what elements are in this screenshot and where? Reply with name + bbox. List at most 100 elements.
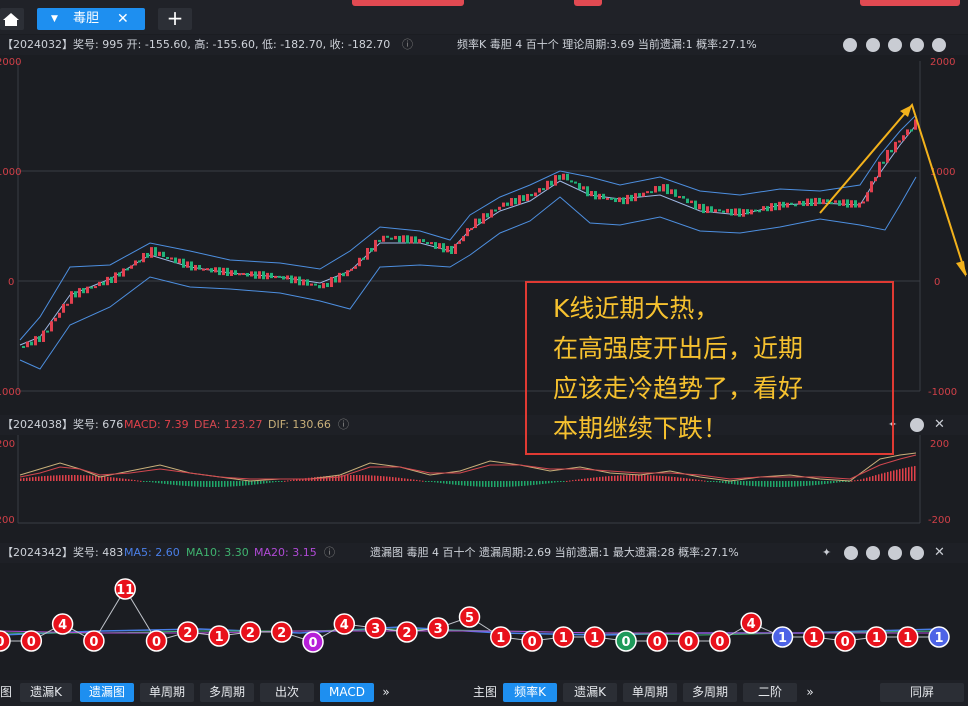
macd-bar [452, 481, 454, 485]
candle [798, 200, 801, 205]
tab-multi-period[interactable]: 多周期 [683, 683, 737, 702]
fullscreen-button[interactable]: 同屏 [880, 683, 964, 702]
tab-single-period[interactable]: 单周期 [140, 683, 194, 702]
macd-bar [413, 479, 415, 481]
macd-bar [272, 481, 274, 483]
candle [710, 206, 713, 213]
axis-tick: 0 [934, 277, 940, 288]
tab-second-order[interactable]: 二阶 [743, 683, 797, 702]
candle [214, 267, 217, 273]
dea-value: DEA: 123.27 [194, 418, 263, 431]
tab-single-period[interactable]: 单周期 [623, 683, 677, 702]
macd-bar [542, 481, 544, 484]
axis-tick: -1000 [0, 387, 21, 398]
miss-stats: 遗漏图 毒胆 4 百十个 遗漏周期:2.69 当前遗漏:1 最大遗漏:28 概率… [370, 546, 739, 559]
macd-bar [383, 476, 385, 481]
pin-icon[interactable]: ✦ [822, 543, 831, 563]
macd-bar [248, 481, 250, 486]
axis-tick: 0 [8, 277, 14, 288]
close-icon[interactable]: ✕ [934, 415, 945, 435]
tab-miss-k[interactable]: 遗漏K [20, 683, 72, 702]
macd-bar [131, 479, 133, 481]
help-icon[interactable]: ⓘ [338, 415, 349, 435]
candle [782, 201, 785, 208]
macd-bar [389, 476, 391, 481]
macd-bar [440, 481, 442, 484]
candle [386, 235, 389, 238]
tab-miss-chart[interactable]: 遗漏图 [80, 683, 134, 702]
macd-bar [212, 481, 214, 487]
settings-icon[interactable] [932, 38, 946, 52]
pencil-icon[interactable] [843, 38, 857, 52]
candle [546, 180, 549, 190]
add-tab-button[interactable]: + [158, 8, 192, 30]
macd-bar [761, 481, 763, 487]
macd-bar [545, 481, 547, 484]
candle [658, 186, 661, 192]
more-tabs-button[interactable]: » [378, 683, 394, 702]
macd-bar [488, 481, 490, 487]
candle [238, 273, 241, 276]
candle [430, 242, 433, 245]
candle [870, 181, 873, 193]
macd-bar [614, 475, 616, 481]
candle [850, 200, 853, 208]
close-icon[interactable]: ✕ [117, 8, 129, 30]
axis-tick: -200 [928, 515, 951, 526]
macd-bar [551, 481, 553, 483]
macd-bar [458, 481, 460, 486]
tab-dudan[interactable]: ▼ 毒胆 ✕ [37, 8, 145, 30]
candle [334, 277, 337, 283]
macd-bar [455, 481, 457, 485]
candle [70, 291, 73, 304]
settings-icon[interactable] [910, 418, 924, 432]
candle [706, 206, 709, 214]
candle [646, 191, 649, 194]
tab-frequency-k[interactable]: 频率K [503, 683, 557, 702]
more-tabs-button[interactable]: » [802, 683, 818, 702]
macd-bar [602, 476, 604, 481]
macd-bar [164, 481, 166, 484]
up-icon[interactable] [866, 546, 880, 560]
settings-icon[interactable] [910, 546, 924, 560]
macd-bar [185, 481, 187, 486]
candle [794, 204, 797, 207]
help-icon[interactable]: ⓘ [402, 35, 413, 55]
macd-bar [755, 481, 757, 487]
macd-bar [812, 481, 814, 486]
candle [506, 202, 509, 206]
down-icon[interactable] [888, 546, 902, 560]
macd-bar [23, 478, 25, 481]
candle [134, 260, 137, 266]
tab-macd[interactable]: MACD [320, 683, 374, 702]
help-icon[interactable]: ⓘ [324, 543, 335, 563]
back-icon[interactable] [844, 546, 858, 560]
candle [182, 258, 185, 268]
macd-bar [590, 477, 592, 481]
macd-bar [77, 475, 79, 481]
tab-occurrence[interactable]: 出次 [260, 683, 314, 702]
macd-bar [479, 481, 481, 487]
candle [566, 173, 569, 181]
down-icon[interactable] [910, 38, 924, 52]
miss-bubble-series: 00401102122043235101100004110111 [0, 578, 950, 653]
macd-bar [629, 475, 631, 481]
tab-main-chart[interactable]: 主图 [468, 683, 502, 702]
macd-bar [533, 481, 535, 485]
tab-chart[interactable]: 图 [0, 683, 14, 702]
miss-header: 【2024342】奖号: 483 MA5: 2.60 MA10: 3.30 MA… [0, 543, 968, 563]
candle [166, 256, 169, 259]
up-icon[interactable] [888, 38, 902, 52]
candle [154, 247, 157, 256]
candle [146, 252, 149, 258]
close-icon[interactable]: ✕ [934, 543, 945, 563]
back-icon[interactable] [866, 38, 880, 52]
tab-miss-k[interactable]: 遗漏K [563, 683, 617, 702]
home-button[interactable] [0, 8, 24, 30]
macd-bar [188, 481, 190, 487]
miss-bubble-label: 3 [371, 622, 380, 637]
candle [550, 180, 553, 186]
tab-multi-period[interactable]: 多周期 [200, 683, 254, 702]
macd-bar [146, 481, 148, 482]
macd-bar [41, 476, 43, 481]
